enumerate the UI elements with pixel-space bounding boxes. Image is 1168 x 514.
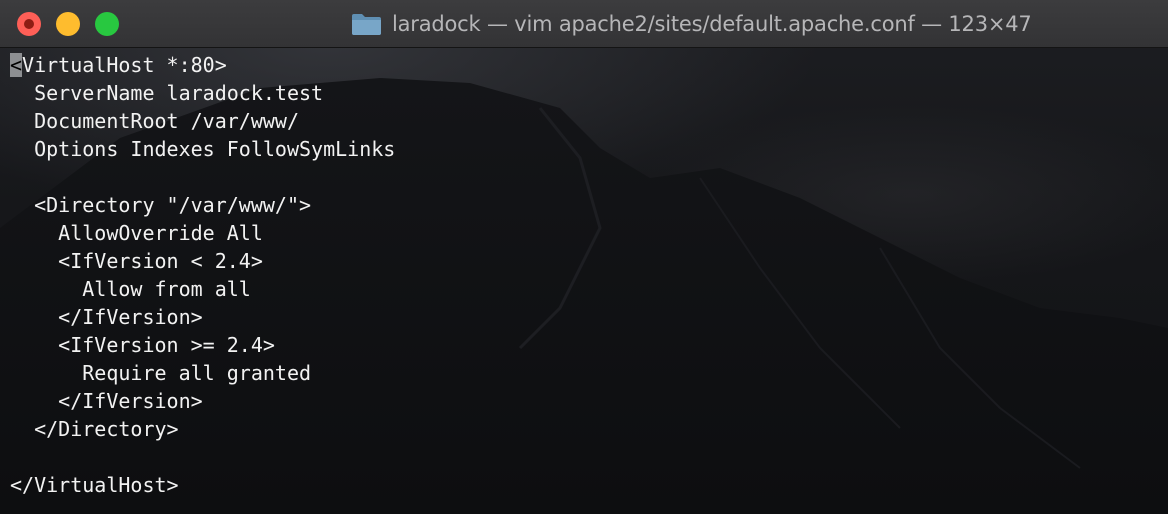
code-line: </IfVersion> — [10, 305, 203, 329]
code-line: ServerName laradock.test — [10, 81, 324, 105]
code-line: DocumentRoot /var/www/ — [10, 109, 299, 133]
close-button[interactable] — [17, 12, 41, 36]
vim-editor[interactable]: <VirtualHost *:80> ServerName laradock.t… — [10, 51, 1160, 499]
code-line: Require all granted — [10, 361, 312, 385]
code-line: AllowOverride All — [10, 221, 263, 245]
minimize-button[interactable] — [56, 12, 80, 36]
code-line: Options Indexes FollowSymLinks — [10, 137, 396, 161]
code-line-text: VirtualHost *:80> — [22, 53, 227, 77]
code-line: <IfVersion >= 2.4> — [10, 333, 275, 357]
zoom-button[interactable] — [95, 12, 119, 36]
folder-icon — [352, 14, 381, 35]
code-line: Allow from all — [10, 277, 251, 301]
code-line: <VirtualHost *:80> — [10, 51, 1160, 79]
code-line: </VirtualHost> — [10, 473, 179, 497]
window-title-group: laradock — vim apache2/sites/default.apa… — [351, 0, 1032, 48]
terminal-window: laradock — vim apache2/sites/default.apa… — [0, 0, 1168, 514]
window-title: laradock — vim apache2/sites/default.apa… — [392, 12, 1032, 36]
code-line: <IfVersion < 2.4> — [10, 249, 263, 273]
cursor: < — [10, 53, 23, 77]
code-line: <Directory "/var/www/"> — [10, 193, 312, 217]
title-bar: laradock — vim apache2/sites/default.apa… — [0, 0, 1168, 48]
code-line: </IfVersion> — [10, 389, 203, 413]
code-line: </Directory> — [10, 417, 179, 441]
